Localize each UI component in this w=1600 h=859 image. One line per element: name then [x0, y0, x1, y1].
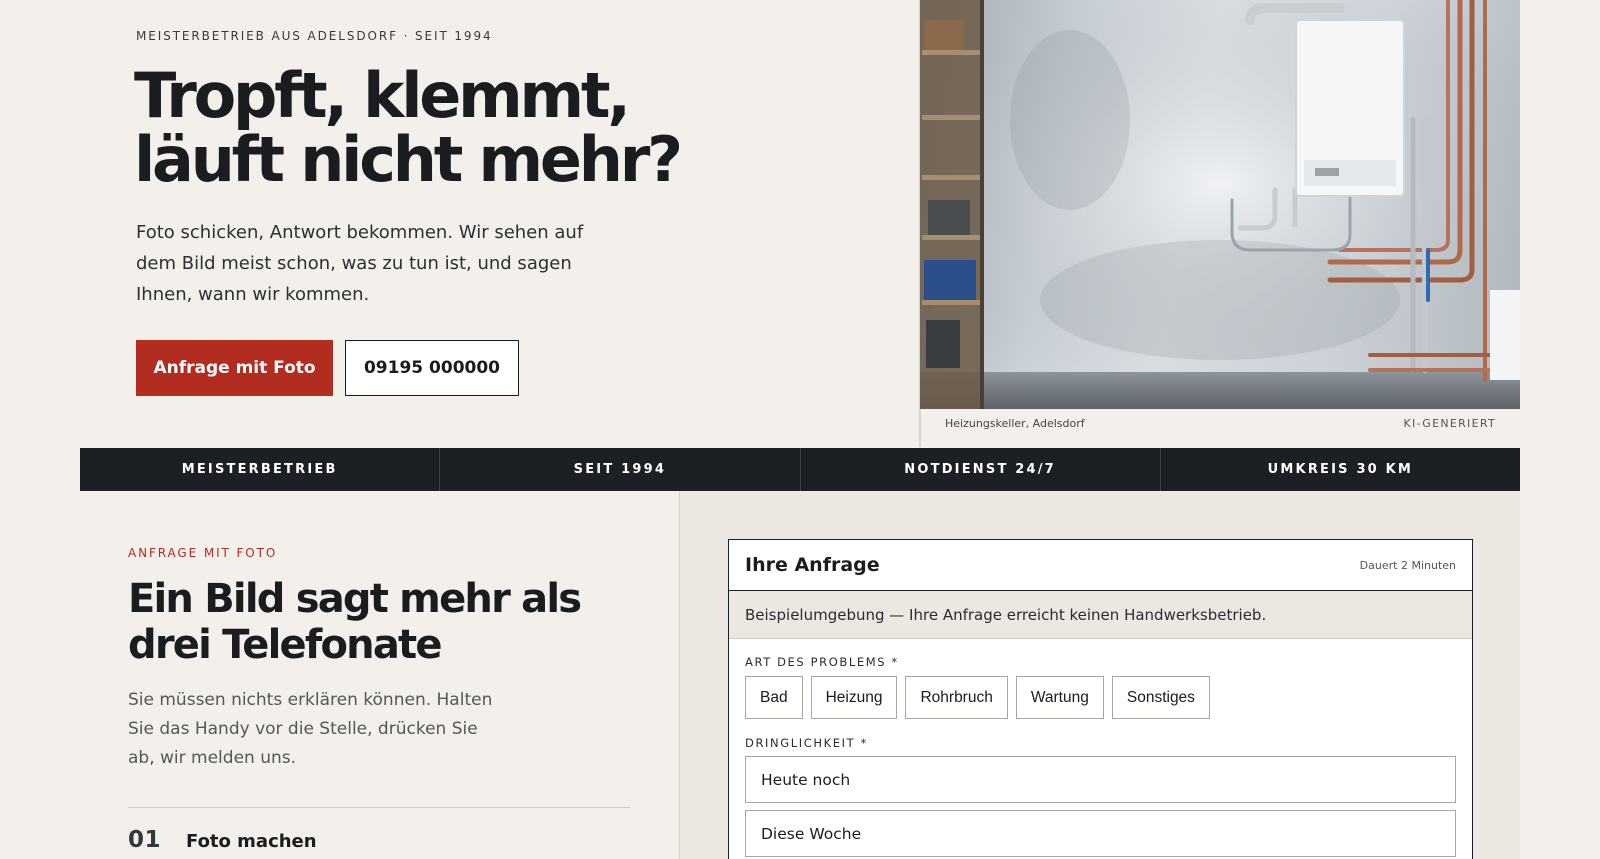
section-eyebrow: ANFRAGE MIT FOTO: [128, 546, 278, 560]
photo-caption-row: Heizungskeller, Adelsdorf KI-GENERIERT: [920, 409, 1520, 447]
hero-photo: [920, 0, 1520, 409]
form-title: Ihre Anfrage: [745, 554, 880, 576]
section-lead: Sie müssen nichts erklären können. Halte…: [128, 690, 493, 768]
hero-lead: Foto schicken, Antwort bekommen. Wir seh…: [136, 222, 584, 305]
problem-type-label: ART DES PROBLEMS *: [745, 655, 899, 669]
form-header: Ihre Anfrage Dauert 2 Minuten: [729, 540, 1472, 591]
problem-option-bad[interactable]: Bad: [745, 676, 803, 719]
stat-since: SEIT 1994: [439, 448, 799, 491]
problem-option-wartung[interactable]: Wartung: [1015, 676, 1104, 719]
urgency-option-this-week[interactable]: Diese Woche: [745, 810, 1456, 857]
urgency-label: DRINGLICHKEIT *: [745, 736, 868, 750]
section-divider: [128, 807, 630, 808]
problem-type-options: Bad Heizung Rohrbruch Wartung Sonstiges: [745, 676, 1456, 719]
phone-button[interactable]: 09195 000000: [345, 340, 519, 396]
problem-option-rohrbruch[interactable]: Rohrbruch: [905, 676, 1008, 719]
request-form: Ihre Anfrage Dauert 2 Minuten Beispielum…: [728, 539, 1473, 859]
basement-boiler-image: [920, 0, 1520, 409]
photo-caption: Heizungskeller, Adelsdorf: [945, 417, 1085, 430]
step-title: Foto machen: [186, 831, 317, 852]
hero-title: Tropft, klemmt, läuft nicht mehr?: [134, 59, 683, 196]
form-duration: Dauert 2 Minuten: [1359, 558, 1456, 572]
hero-eyebrow: MEISTERBETRIEB AUS ADELSDORF · SEIT 1994: [136, 29, 493, 43]
step-number: 01: [128, 827, 162, 853]
problem-option-sonstiges[interactable]: Sonstiges: [1111, 676, 1210, 719]
problem-option-heizung[interactable]: Heizung: [810, 676, 898, 719]
section-title: Ein Bild sagt mehr als drei Telefonate: [128, 576, 582, 668]
stat-emergency-service: NOTDIENST 24/7: [799, 448, 1160, 491]
demo-notice: Beispielumgebung — Ihre Anfrage erreicht…: [729, 591, 1472, 639]
trust-stats-bar: MEISTERBETRIEB SEIT 1994 NOTDIENST 24/7 …: [80, 448, 1520, 491]
urgency-option-today[interactable]: Heute noch: [745, 756, 1456, 803]
stat-radius: UMKREIS 30 KM: [1159, 448, 1520, 491]
ai-generated-badge: KI-GENERIERT: [1403, 417, 1496, 430]
stat-meisterbetrieb: MEISTERBETRIEB: [181, 462, 338, 477]
photo-request-button[interactable]: Anfrage mit Foto: [136, 340, 333, 396]
